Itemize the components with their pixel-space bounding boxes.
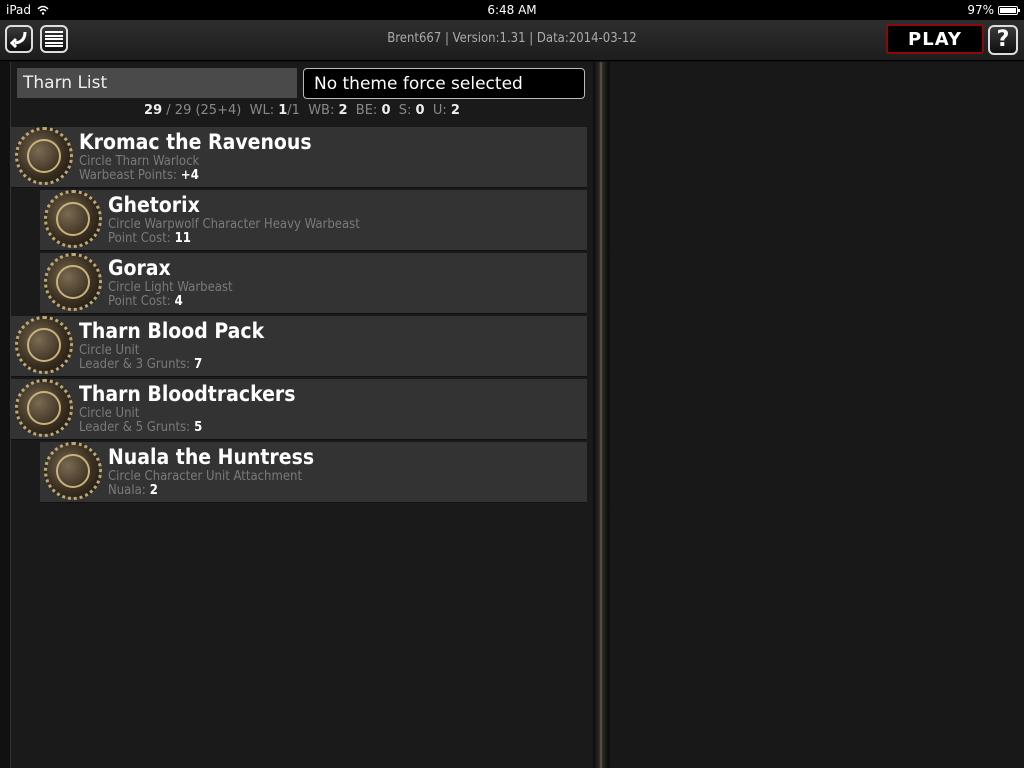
panel-divider[interactable] bbox=[593, 62, 609, 768]
entry-meta-label: Leader & 3 Grunts: bbox=[79, 357, 191, 372]
status-time: 6:48 AM bbox=[487, 3, 537, 17]
entry-subtitle: Circle Unit bbox=[79, 406, 140, 421]
entry-subtitle: Circle Warpwolf Character Heavy Warbeast bbox=[108, 217, 360, 232]
wb-label: WB: bbox=[308, 103, 335, 118]
entry-meta-value: 2 bbox=[149, 483, 158, 498]
entry-meta-label: Point Cost: bbox=[108, 231, 171, 246]
help-question-icon: ? bbox=[996, 27, 1010, 52]
wl-total: /1 bbox=[287, 103, 300, 118]
top-bar: Brent667 | Version:1.31 | Data:2014-03-1… bbox=[0, 20, 1024, 61]
entry-meta: Point Cost: 11 bbox=[108, 231, 191, 246]
nuala-portrait bbox=[44, 442, 102, 500]
entry-name: Nuala the Huntress bbox=[108, 445, 315, 469]
entry-meta-value: 5 bbox=[194, 420, 203, 435]
entry-name: Gorax bbox=[108, 256, 171, 280]
play-button[interactable]: PLAY bbox=[886, 24, 984, 54]
entry-meta: Warbeast Points: +4 bbox=[79, 168, 199, 183]
entry-name: Tharn Blood Pack bbox=[79, 319, 265, 343]
theme-force-selector[interactable]: No theme force selected bbox=[303, 68, 585, 99]
status-right: 97% bbox=[967, 3, 1020, 17]
points-total: / 29 (25+4) bbox=[166, 103, 242, 118]
entry-meta-value: +4 bbox=[180, 168, 199, 183]
help-button[interactable]: ? bbox=[988, 25, 1018, 55]
be-value: 0 bbox=[381, 103, 391, 118]
entry-subtitle: Circle Tharn Warlock bbox=[79, 154, 200, 169]
s-label: S: bbox=[398, 103, 412, 118]
be-label: BE: bbox=[355, 103, 378, 118]
list-item[interactable]: Tharn Bloodtrackers Circle Unit Leader &… bbox=[11, 379, 587, 440]
gorax-portrait bbox=[44, 253, 102, 311]
entry-meta-label: Warbeast Points: bbox=[79, 168, 177, 183]
s-value: 0 bbox=[415, 103, 425, 118]
list-stats: 29 / 29 (25+4) WL: 1/1 WB: 2 BE: 0 S: 0 … bbox=[11, 103, 593, 118]
list-panel: Tharn List No theme force selected 29 / … bbox=[10, 62, 594, 768]
list-item[interactable]: Tharn Blood Pack Circle Unit Leader & 3 … bbox=[11, 316, 587, 377]
battery-percent: 97% bbox=[967, 3, 994, 17]
ghetorix-portrait bbox=[44, 190, 102, 248]
battery-icon bbox=[998, 5, 1020, 15]
blood-pack-portrait bbox=[15, 316, 73, 374]
app-title: Brent667 | Version:1.31 | Data:2014-03-1… bbox=[387, 31, 637, 46]
detail-panel bbox=[610, 62, 1024, 768]
points-value: 29 bbox=[144, 103, 163, 118]
wb-value: 2 bbox=[338, 103, 348, 118]
status-bar: iPad 6:48 AM 97% bbox=[0, 0, 1024, 20]
entry-meta-label: Nuala: bbox=[108, 483, 146, 498]
entry-subtitle: Circle Unit bbox=[79, 343, 140, 358]
entry-meta: Leader & 3 Grunts: 7 bbox=[79, 357, 202, 372]
entry-meta: Nuala: 2 bbox=[108, 483, 158, 498]
list-title[interactable]: Tharn List bbox=[17, 68, 297, 98]
list-item[interactable]: Ghetorix Circle Warpwolf Character Heavy… bbox=[40, 190, 587, 251]
entry-subtitle: Circle Character Unit Attachment bbox=[108, 469, 303, 484]
entry-meta: Leader & 5 Grunts: 5 bbox=[79, 420, 202, 435]
wl-value: 1 bbox=[278, 103, 288, 118]
entry-meta-value: 11 bbox=[174, 231, 191, 246]
bloodtrackers-portrait bbox=[15, 379, 73, 437]
list-item[interactable]: Gorax Circle Light Warbeast Point Cost: 4 bbox=[40, 253, 587, 314]
entry-meta-value: 7 bbox=[194, 357, 203, 372]
wl-label: WL: bbox=[249, 103, 275, 118]
entry-name: Ghetorix bbox=[108, 193, 200, 217]
u-value: 2 bbox=[450, 103, 460, 118]
entry-name: Tharn Bloodtrackers bbox=[79, 382, 296, 406]
u-label: U: bbox=[432, 103, 447, 118]
entry-meta-label: Leader & 5 Grunts: bbox=[79, 420, 191, 435]
entry-subtitle: Circle Light Warbeast bbox=[108, 280, 233, 295]
entry-meta-value: 4 bbox=[174, 294, 183, 309]
entry-meta: Point Cost: 4 bbox=[108, 294, 183, 309]
kromac-portrait bbox=[15, 127, 73, 185]
list-item[interactable]: Nuala the Huntress Circle Character Unit… bbox=[40, 442, 587, 503]
list-item[interactable]: Kromac the Ravenous Circle Tharn Warlock… bbox=[11, 127, 587, 188]
entry-name: Kromac the Ravenous bbox=[79, 130, 312, 154]
battery-fill bbox=[1000, 7, 1016, 13]
entry-meta-label: Point Cost: bbox=[108, 294, 171, 309]
